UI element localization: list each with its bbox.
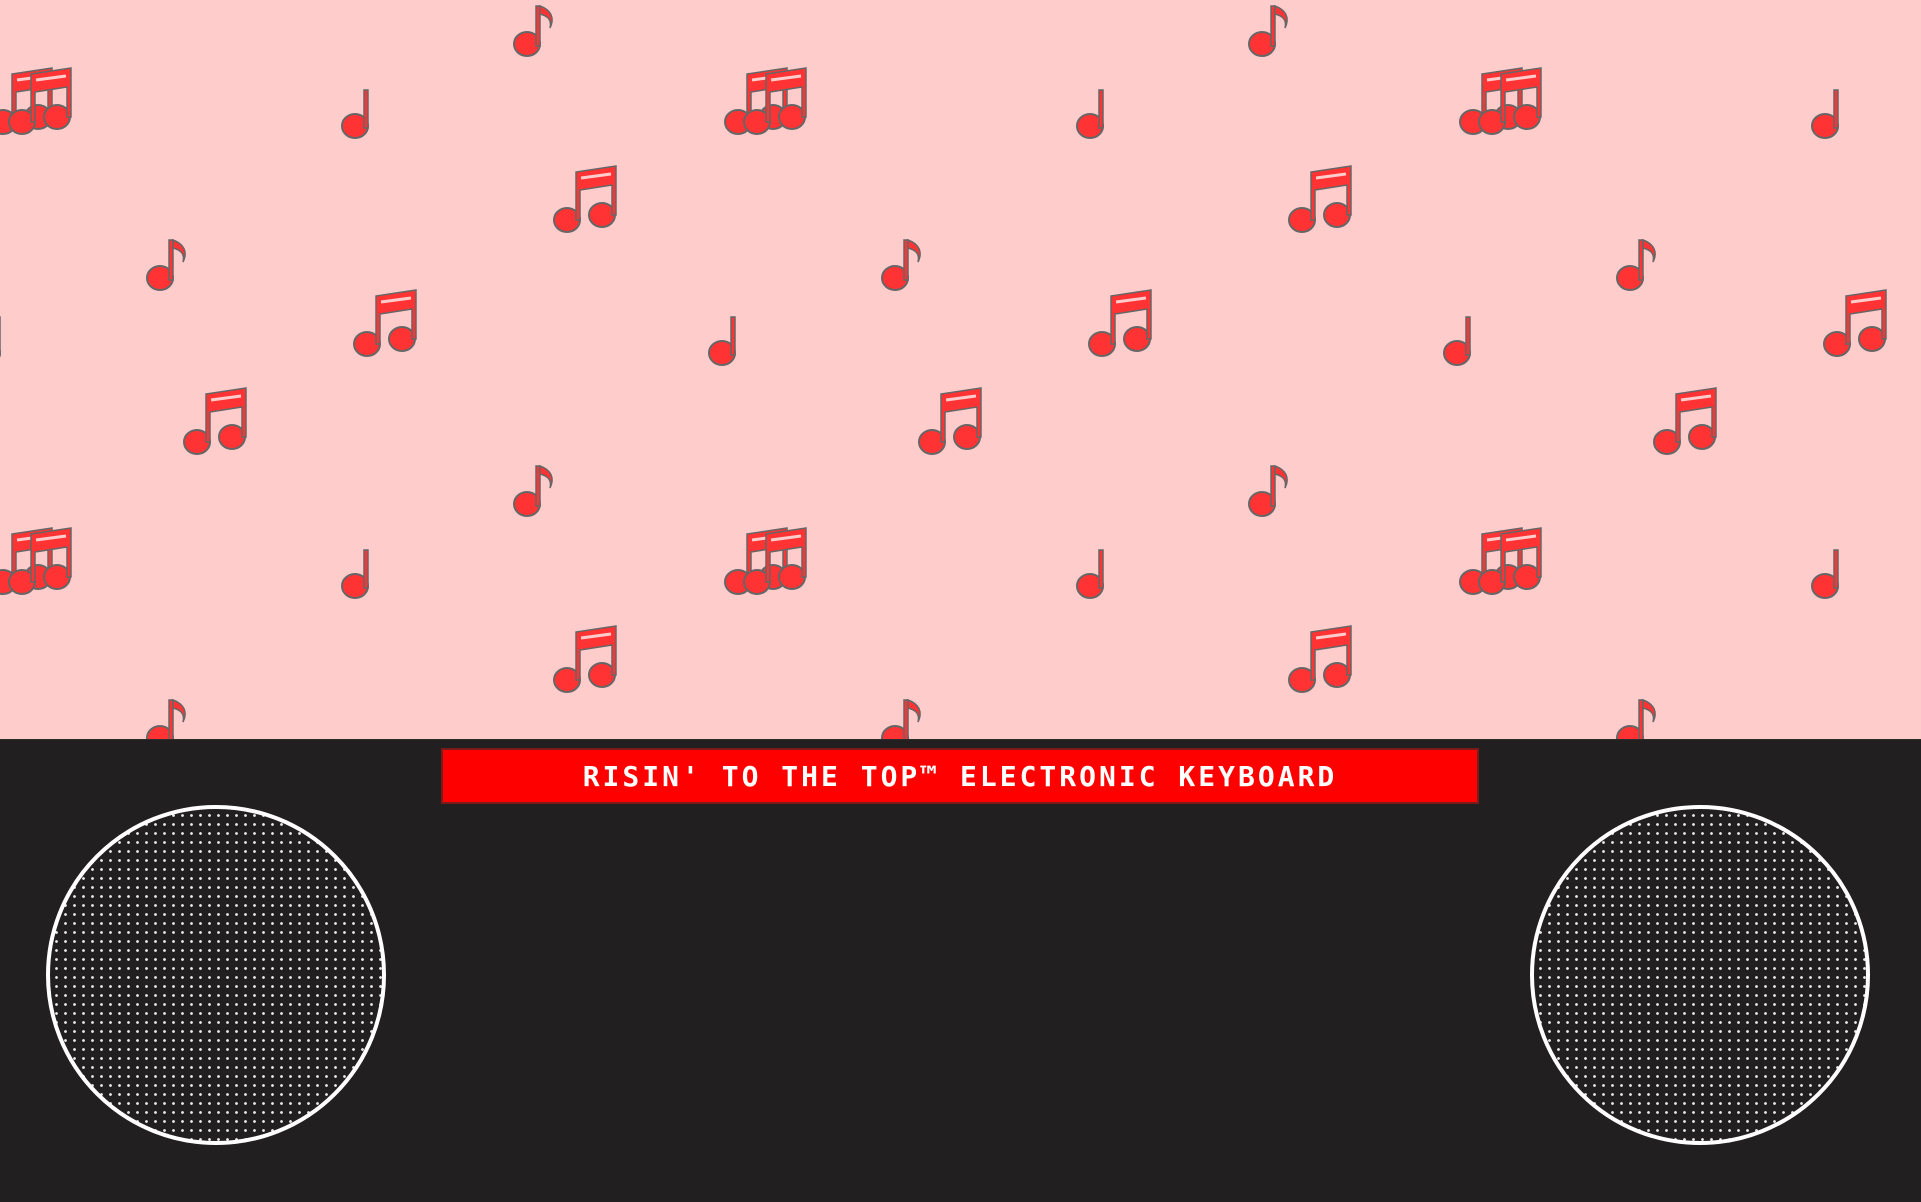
music-notes-pattern (0, 5, 1888, 739)
eighth-note-icon (146, 699, 187, 739)
quarter-note-icon (341, 549, 369, 599)
beamed-sixteenth-notes-icon (552, 164, 618, 234)
eighth-note-icon (1248, 465, 1289, 517)
speaker-grille-right (1530, 805, 1870, 1145)
speaker-grille-left (46, 805, 386, 1145)
quarter-note-icon (1811, 549, 1839, 599)
eighth-note-icon (513, 5, 554, 57)
eighth-note-icon (881, 699, 922, 739)
eighth-note-icon (1616, 699, 1657, 739)
quarter-note-icon (1076, 89, 1104, 139)
eighth-note-icon (146, 239, 187, 291)
quarter-note-icon (1443, 316, 1471, 366)
eighth-note-icon (881, 239, 922, 291)
quarter-note-icon (1811, 89, 1839, 139)
beamed-sixteenth-notes-icon (1822, 288, 1888, 358)
beamed-sixteenth-notes-icon (1287, 624, 1353, 694)
eighth-note-icon (1616, 239, 1657, 291)
quarter-note-icon (341, 89, 369, 139)
beamed-sixteenth-notes-icon (1287, 164, 1353, 234)
quarter-note-icon (708, 316, 736, 366)
keyboard-title: RISIN' TO THE TOP™ ELECTRONIC KEYBOARD (582, 759, 1338, 793)
music-note-wallpaper (0, 0, 1921, 739)
quarter-note-icon (1076, 549, 1104, 599)
beamed-sixteenth-notes-icon (917, 386, 983, 456)
beamed-sixteenth-notes-icon (1652, 386, 1718, 456)
beamed-sixteenth-notes-icon (1087, 288, 1153, 358)
beamed-sixteenth-notes-icon (182, 386, 248, 456)
eighth-note-icon (1248, 5, 1289, 57)
eighth-note-icon (513, 465, 554, 517)
keyboard-title-plate: RISIN' TO THE TOP™ ELECTRONIC KEYBOARD (441, 748, 1479, 804)
beamed-sixteenth-notes-icon (552, 624, 618, 694)
beamed-sixteenth-notes-icon (352, 288, 418, 358)
keyboard-body: RISIN' TO THE TOP™ ELECTRONIC KEYBOARD (0, 739, 1921, 1202)
